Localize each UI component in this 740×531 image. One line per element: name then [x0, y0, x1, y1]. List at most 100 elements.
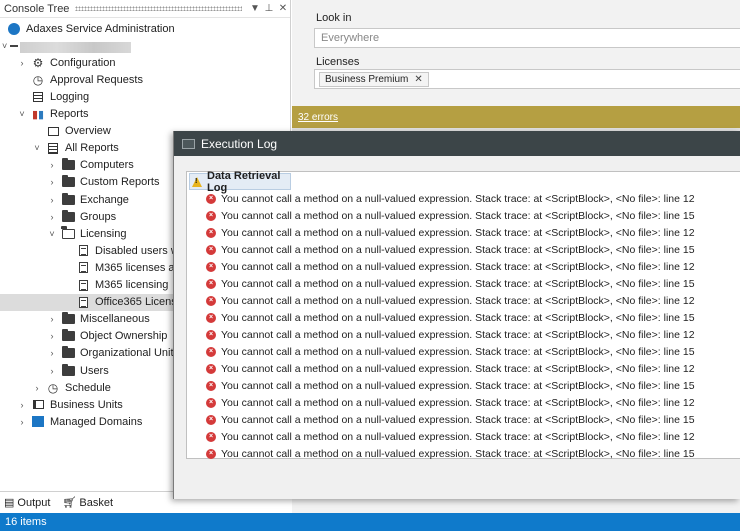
report-icon	[76, 279, 90, 291]
tree-item-label: Configuration	[50, 56, 116, 69]
domain-icon	[7, 40, 21, 52]
drag-grip[interactable]	[75, 6, 242, 11]
tree-item[interactable]: › ⚙ Configuration	[16, 54, 291, 71]
chevron-right-icon[interactable]: ›	[46, 314, 58, 324]
log-entry[interactable]: × You cannot call a method on a null-valu…	[187, 309, 740, 326]
tree-item-label: Schedule	[65, 381, 111, 394]
log-entries: × You cannot call a method on a null-valu…	[187, 190, 740, 462]
licenses-field[interactable]: Business Premium ✕	[314, 69, 740, 89]
folder-icon	[61, 312, 75, 325]
tab-basket[interactable]: 🛒︎ Basket	[62, 496, 114, 510]
dialog-title: Execution Log	[201, 136, 278, 151]
log-entry[interactable]: × You cannot call a method on a null-valu…	[187, 343, 740, 360]
tree-item-label: Miscellaneous	[80, 313, 150, 326]
error-icon: ×	[206, 346, 216, 357]
tree-item[interactable]: ◷ Approval Requests	[16, 71, 291, 88]
adaxes-logo-icon	[7, 22, 21, 35]
chevron-right-icon[interactable]: ›	[46, 366, 58, 376]
error-icon: ×	[206, 261, 216, 272]
managed-domains-icon	[31, 416, 45, 428]
log-entry[interactable]: × You cannot call a method on a null-valu…	[187, 207, 740, 224]
warning-icon	[192, 176, 202, 187]
status-bar: 16 items	[0, 513, 740, 531]
error-icon: ×	[206, 431, 216, 442]
error-icon: ×	[206, 414, 216, 425]
chevron-right-icon[interactable]: ›	[46, 177, 58, 187]
error-icon: ×	[206, 448, 216, 459]
schedule-clock-icon: ◷	[47, 380, 59, 395]
folder-icon	[61, 209, 75, 223]
log-entry[interactable]: × You cannot call a method on a null-valu…	[187, 241, 740, 258]
log-entry[interactable]: × You cannot call a method on a null-valu…	[187, 377, 740, 394]
close-icon[interactable]: ✕	[276, 3, 290, 14]
chevron-right-icon[interactable]: ›	[46, 331, 58, 341]
chevron-down-icon[interactable]: ˅	[2, 41, 7, 51]
chevron-right-icon[interactable]: ›	[16, 58, 28, 68]
blurred-domain-name	[20, 42, 131, 53]
tree-item-label: Computers	[80, 159, 134, 172]
log-entry-text: You cannot call a method on a null-value…	[221, 379, 695, 392]
look-in-field[interactable]: Everywhere	[314, 28, 740, 48]
log-entry-text: You cannot call a method on a null-value…	[221, 413, 695, 426]
chevron-down-icon[interactable]: ˅	[31, 143, 43, 153]
tree-item-label: Users	[80, 364, 109, 377]
log-entry[interactable]: × You cannot call a method on a null-valu…	[187, 275, 740, 292]
tab-output[interactable]: ▤ Output	[4, 496, 50, 510]
chevron-right-icon[interactable]: ›	[46, 212, 58, 222]
chip-remove-icon[interactable]: ✕	[414, 74, 422, 85]
chevron-right-icon[interactable]: ›	[16, 417, 28, 427]
errors-link[interactable]: 32 errors	[298, 112, 338, 123]
error-icon: ×	[206, 380, 216, 391]
chevron-right-icon[interactable]: ›	[46, 195, 58, 205]
tree-item-label: Overview	[65, 125, 111, 138]
chevron-down-icon[interactable]: ˅	[46, 229, 58, 239]
status-text: 16 items	[5, 516, 47, 528]
log-entry[interactable]: × You cannot call a method on a null-valu…	[187, 428, 740, 445]
error-icon: ×	[206, 193, 216, 204]
log-entry[interactable]: × You cannot call a method on a null-valu…	[187, 445, 740, 462]
tree-item[interactable]: Adaxes Service Administration	[2, 20, 291, 37]
log-entry[interactable]: × You cannot call a method on a null-valu…	[187, 326, 740, 343]
dropdown-arrow-icon[interactable]: ▼	[248, 3, 262, 14]
tab-basket-label: Basket	[79, 496, 114, 509]
tree-item-label: Approval Requests	[50, 73, 143, 86]
chevron-right-icon[interactable]: ›	[16, 400, 28, 410]
chevron-right-icon[interactable]: ›	[31, 383, 43, 393]
dialog-title-bar[interactable]: Execution Log	[174, 131, 740, 156]
log-entry-text: You cannot call a method on a null-value…	[221, 328, 695, 341]
tree-item[interactable]: ˅ ▮ ▮ Reports	[16, 106, 291, 123]
overview-chart-icon	[46, 125, 60, 137]
log-list[interactable]: Data Retrieval Log × You cannot call a me…	[186, 170, 740, 462]
log-entry[interactable]: × You cannot call a method on a null-valu…	[187, 292, 740, 309]
error-icon: ×	[206, 210, 216, 221]
folder-open-icon	[61, 226, 75, 240]
chevron-right-icon[interactable]: ›	[46, 348, 58, 358]
log-entry[interactable]: × You cannot call a method on a null-valu…	[187, 258, 740, 275]
log-entry-text: You cannot call a method on a null-value…	[221, 192, 695, 205]
log-entry[interactable]: × You cannot call a method on a null-valu…	[187, 224, 740, 241]
chevron-right-icon[interactable]: ›	[46, 160, 58, 170]
license-chip-label: Business Premium	[325, 73, 409, 85]
tree-item[interactable]: Logging	[16, 88, 291, 105]
tree-item-label: M365 licensing	[95, 279, 169, 291]
report-icon	[76, 296, 90, 308]
folder-icon	[61, 329, 75, 342]
log-entry[interactable]: × You cannot call a method on a null-valu…	[187, 411, 740, 428]
chevron-down-icon[interactable]: ˅	[16, 109, 28, 119]
log-group-header[interactable]: Data Retrieval Log	[189, 170, 291, 194]
log-entry-text: You cannot call a method on a null-value…	[221, 209, 695, 222]
error-icon: ×	[206, 363, 216, 374]
error-icon: ×	[206, 312, 216, 323]
log-entry[interactable]: × You cannot call a method on a null-valu…	[187, 360, 740, 377]
log-entry-text: You cannot call a method on a null-value…	[221, 345, 695, 358]
log-entry[interactable]: × You cannot call a method on a null-valu…	[187, 190, 740, 207]
error-icon: ×	[206, 329, 216, 340]
look-in-placeholder: Everywhere	[321, 32, 380, 44]
log-entry-text: You cannot call a method on a null-value…	[221, 430, 695, 443]
report-icon	[76, 245, 90, 257]
log-entry[interactable]: × You cannot call a method on a null-valu…	[187, 394, 740, 411]
pin-icon[interactable]: ⊥	[262, 3, 276, 14]
license-chip[interactable]: Business Premium ✕	[319, 71, 429, 87]
folder-icon	[61, 192, 75, 206]
bar-chart-icon: ▮ ▮	[31, 108, 45, 121]
